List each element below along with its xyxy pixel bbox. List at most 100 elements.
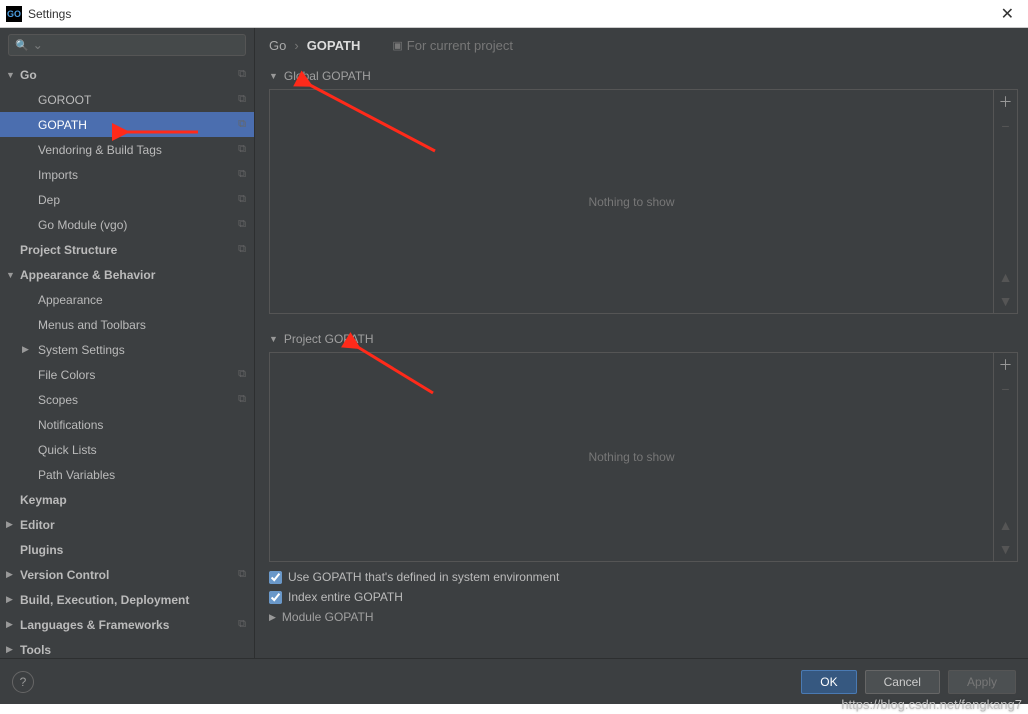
sidebar-item-languages-frameworks[interactable]: ▶Languages & Frameworks⧉ <box>0 612 254 637</box>
remove-button: − <box>994 114 1017 138</box>
checkbox-input[interactable] <box>269 571 282 584</box>
breadcrumb-root[interactable]: Go <box>269 38 286 53</box>
chevron-right-icon: ▶ <box>6 519 20 530</box>
move-down-button: ▼ <box>994 537 1017 561</box>
move-down-button: ▼ <box>994 289 1017 313</box>
sidebar-item-label: Notifications <box>38 418 246 432</box>
copy-icon: ⧉ <box>238 143 246 156</box>
chevron-right-icon: ▶ <box>269 612 276 623</box>
window-title: Settings <box>28 7 993 21</box>
module-gopath-header[interactable]: ▶ Module GOPATH <box>269 610 1018 624</box>
sidebar-item-label: Editor <box>20 518 246 532</box>
add-button[interactable]: ＋ <box>994 90 1017 114</box>
chevron-right-icon: ▶ <box>22 344 36 355</box>
global-empty-text: Nothing to show <box>270 90 993 313</box>
help-button[interactable]: ? <box>12 671 34 693</box>
sidebar-item-label: Scopes <box>38 393 238 407</box>
sidebar-item-go-module-vgo-[interactable]: Go Module (vgo)⧉ <box>0 212 254 237</box>
sidebar-item-notifications[interactable]: Notifications <box>0 412 254 437</box>
sidebar-item-label: GOPATH <box>38 118 238 132</box>
sidebar: 🔍 ⌄ ▼Go⧉GOROOT⧉GOPATH⧉Vendoring & Build … <box>0 28 255 658</box>
breadcrumb: Go › GOPATH ▣ For current project <box>269 38 1018 53</box>
titlebar: GO Settings ✕ <box>0 0 1028 28</box>
chevron-right-icon: ▶ <box>6 619 20 630</box>
sidebar-item-label: Quick Lists <box>38 443 246 457</box>
sidebar-item-goroot[interactable]: GOROOT⧉ <box>0 87 254 112</box>
chevron-right-icon: ▶ <box>6 569 20 580</box>
sidebar-item-label: Appearance & Behavior <box>20 268 246 282</box>
sidebar-item-tools[interactable]: ▶Tools <box>0 637 254 658</box>
chevron-right-icon: ▶ <box>6 594 20 605</box>
sidebar-item-label: Plugins <box>20 543 246 557</box>
sidebar-item-path-variables[interactable]: Path Variables <box>0 462 254 487</box>
apply-button[interactable]: Apply <box>948 670 1016 694</box>
sidebar-item-imports[interactable]: Imports⧉ <box>0 162 254 187</box>
sidebar-item-system-settings[interactable]: ▶System Settings <box>0 337 254 362</box>
sidebar-item-label: Vendoring & Build Tags <box>38 143 238 157</box>
project-empty-text: Nothing to show <box>270 353 993 561</box>
footer: ? OK Cancel Apply <box>0 658 1028 704</box>
sidebar-item-appearance-behavior[interactable]: ▼Appearance & Behavior <box>0 262 254 287</box>
copy-icon: ⧉ <box>238 93 246 106</box>
breadcrumb-current: GOPATH <box>307 38 361 53</box>
cancel-button[interactable]: Cancel <box>865 670 940 694</box>
search-input[interactable]: 🔍 ⌄ <box>8 34 246 56</box>
sidebar-item-plugins[interactable]: Plugins <box>0 537 254 562</box>
move-up-button: ▲ <box>994 513 1017 537</box>
sidebar-item-gopath[interactable]: GOPATH⧉ <box>0 112 254 137</box>
copy-icon: ⧉ <box>238 243 246 256</box>
projector-icon: ▣ <box>392 39 402 52</box>
sidebar-item-label: Languages & Frameworks <box>20 618 238 632</box>
move-up-button: ▲ <box>994 265 1017 289</box>
project-list-buttons: ＋ − ▲ ▼ <box>993 353 1017 561</box>
chevron-down-icon: ▼ <box>6 270 20 280</box>
index-entire-gopath-checkbox[interactable]: Index entire GOPATH <box>269 590 1018 604</box>
global-list-buttons: ＋ − ▲ ▼ <box>993 90 1017 313</box>
global-gopath-list: Nothing to show ＋ − ▲ ▼ <box>269 89 1018 314</box>
sidebar-item-label: Build, Execution, Deployment <box>20 593 246 607</box>
remove-button: − <box>994 377 1017 401</box>
sidebar-item-label: Keymap <box>20 493 246 507</box>
copy-icon: ⧉ <box>238 118 246 131</box>
options: Use GOPATH that's defined in system envi… <box>269 570 1018 604</box>
sidebar-item-label: Go <box>20 68 238 82</box>
settings-tree[interactable]: ▼Go⧉GOROOT⧉GOPATH⧉Vendoring & Build Tags… <box>0 62 254 658</box>
checkbox-input[interactable] <box>269 591 282 604</box>
app-icon: GO <box>6 6 22 22</box>
project-gopath-header[interactable]: ▼ Project GOPATH <box>269 332 1018 346</box>
sidebar-item-build-execution-deployment[interactable]: ▶Build, Execution, Deployment <box>0 587 254 612</box>
add-button[interactable]: ＋ <box>994 353 1017 377</box>
sidebar-item-scopes[interactable]: Scopes⧉ <box>0 387 254 412</box>
sidebar-item-label: GOROOT <box>38 93 238 107</box>
search-wrap: 🔍 ⌄ <box>0 28 254 62</box>
sidebar-item-vendoring-build-tags[interactable]: Vendoring & Build Tags⧉ <box>0 137 254 162</box>
sidebar-item-keymap[interactable]: Keymap <box>0 487 254 512</box>
sidebar-item-label: File Colors <box>38 368 238 382</box>
sidebar-item-quick-lists[interactable]: Quick Lists <box>0 437 254 462</box>
sidebar-item-label: Menus and Toolbars <box>38 318 246 332</box>
search-icon: 🔍 <box>15 39 29 52</box>
close-icon[interactable]: ✕ <box>993 4 1022 24</box>
copy-icon: ⧉ <box>238 393 246 406</box>
use-system-gopath-checkbox[interactable]: Use GOPATH that's defined in system envi… <box>269 570 1018 584</box>
copy-icon: ⧉ <box>238 568 246 581</box>
copy-icon: ⧉ <box>238 618 246 631</box>
global-gopath-header[interactable]: ▼ Global GOPATH <box>269 69 1018 83</box>
breadcrumb-sep: › <box>294 38 298 53</box>
sidebar-item-label: Dep <box>38 193 238 207</box>
sidebar-item-go[interactable]: ▼Go⧉ <box>0 62 254 87</box>
sidebar-item-label: Appearance <box>38 293 246 307</box>
sidebar-item-file-colors[interactable]: File Colors⧉ <box>0 362 254 387</box>
sidebar-item-project-structure[interactable]: Project Structure⧉ <box>0 237 254 262</box>
sidebar-item-menus-and-toolbars[interactable]: Menus and Toolbars <box>0 312 254 337</box>
sidebar-item-version-control[interactable]: ▶Version Control⧉ <box>0 562 254 587</box>
sidebar-item-dep[interactable]: Dep⧉ <box>0 187 254 212</box>
ok-button[interactable]: OK <box>801 670 856 694</box>
sidebar-item-editor[interactable]: ▶Editor <box>0 512 254 537</box>
copy-icon: ⧉ <box>238 68 246 81</box>
chevron-down-icon: ▼ <box>269 71 278 81</box>
sidebar-item-appearance[interactable]: Appearance <box>0 287 254 312</box>
chevron-down-icon: ▼ <box>6 70 20 80</box>
sidebar-item-label: Path Variables <box>38 468 246 482</box>
window-body: 🔍 ⌄ ▼Go⧉GOROOT⧉GOPATH⧉Vendoring & Build … <box>0 28 1028 658</box>
